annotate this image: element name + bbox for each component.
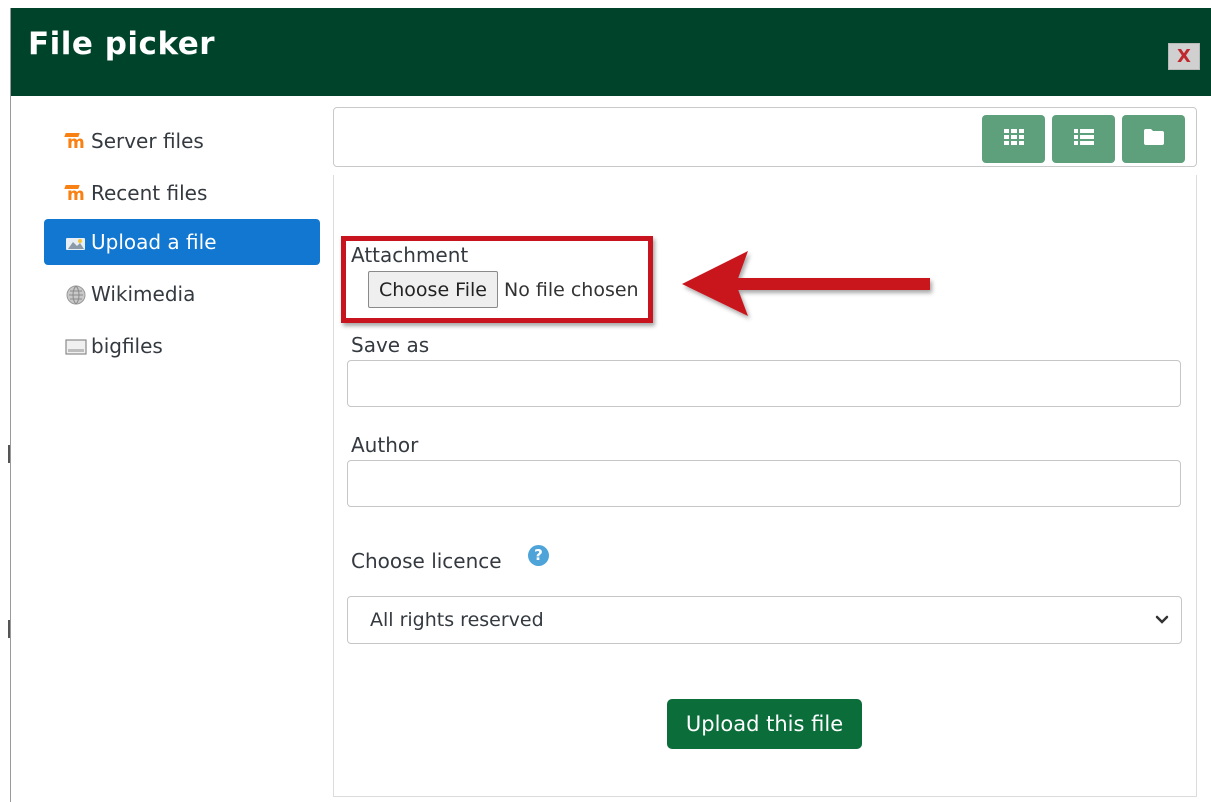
edge-divider <box>8 445 10 463</box>
sidebar-item-label: Wikimedia <box>91 282 196 306</box>
close-button[interactable]: X <box>1168 43 1200 70</box>
sidebar-item-server-files[interactable]: m Server files <box>44 118 320 164</box>
annotation-arrow-icon <box>682 251 930 316</box>
licence-select[interactable]: All rights reserved <box>347 596 1182 644</box>
sidebar-item-wikimedia[interactable]: Wikimedia <box>44 271 320 317</box>
sidebar-item-upload-a-file[interactable]: Upload a file <box>44 219 320 265</box>
edge-divider <box>8 620 10 638</box>
wikimedia-icon <box>65 285 87 305</box>
save-as-label: Save as <box>351 333 430 357</box>
folder-view-button[interactable] <box>1122 115 1185 163</box>
view-toolbar <box>333 107 1197 167</box>
grid-view-button[interactable] <box>982 115 1045 163</box>
list-view-icon <box>1073 128 1094 150</box>
sidebar-item-label: Upload a file <box>91 230 217 254</box>
moodle-icon: m <box>64 184 87 204</box>
sidebar-item-label: Server files <box>91 129 204 153</box>
licence-selected-value: All rights reserved <box>370 609 544 631</box>
sidebar-item-recent-files[interactable]: m Recent files <box>44 170 320 216</box>
upload-icon <box>65 233 87 251</box>
sidebar-item-bigfiles[interactable]: bigfiles <box>44 323 320 369</box>
upload-this-file-button[interactable]: Upload this file <box>667 699 862 749</box>
sidebar-item-label: Recent files <box>91 181 208 205</box>
repository-sidebar: m Server files m Recent files Upload a f… <box>11 96 331 802</box>
disk-icon <box>65 337 87 355</box>
choose-licence-label: Choose licence <box>351 549 502 573</box>
upload-panel <box>333 107 1197 797</box>
annotation-highlight-box <box>341 236 653 323</box>
dialog-header: File picker X <box>11 8 1211 96</box>
sidebar-item-label: bigfiles <box>91 334 163 358</box>
save-as-input[interactable] <box>347 360 1181 407</box>
list-view-button[interactable] <box>1052 115 1115 163</box>
folder-view-icon <box>1143 128 1164 150</box>
author-label: Author <box>351 433 419 457</box>
grid-view-icon <box>1003 128 1024 150</box>
question-circle-icon[interactable]: ? <box>528 545 549 566</box>
chevron-down-icon <box>1155 610 1169 635</box>
author-input[interactable] <box>347 460 1181 507</box>
dialog-title: File picker <box>28 26 216 62</box>
moodle-icon: m <box>64 132 87 152</box>
